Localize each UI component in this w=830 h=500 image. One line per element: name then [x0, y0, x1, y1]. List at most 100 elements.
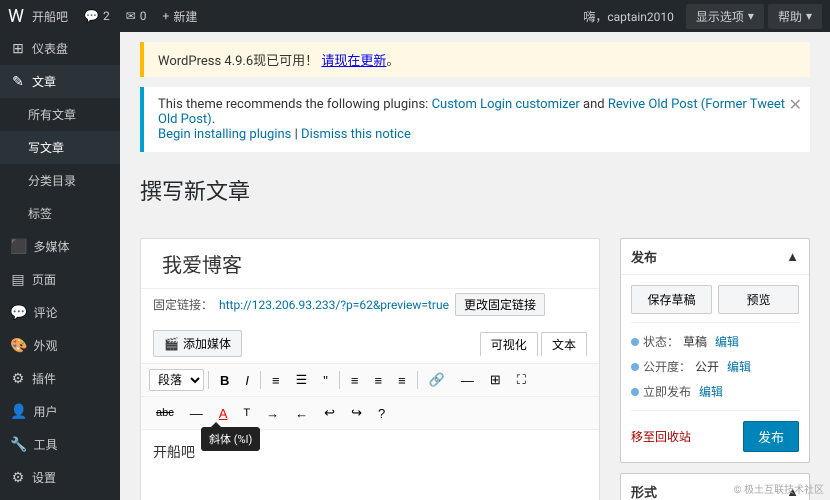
wp-logo[interactable]: W [8, 6, 24, 27]
format-title: 形式 [631, 482, 657, 500]
sidebar-item-articles[interactable]: ✎ 文章 [0, 65, 120, 98]
toolbar-outdent[interactable]: ← [288, 402, 315, 425]
sidebar-item-write-article[interactable]: 写文章 [0, 131, 120, 164]
visibility-indicator [631, 363, 639, 371]
plugin-notice: ✕ This theme recommends the following pl… [140, 87, 810, 152]
notice-close-button[interactable]: ✕ [789, 95, 802, 115]
editor-toolbar-row2: abc — A T → ← ↩ ↪ ? 斜体 (%I) [141, 397, 599, 430]
toolbar-indent[interactable]: → [259, 402, 286, 425]
toolbar-tooltip: 斜体 (%I) [201, 427, 260, 451]
help-button[interactable]: 帮助 ▾ [768, 4, 822, 29]
toolbar-table[interactable]: ⊞ [483, 368, 508, 392]
update-notice-text: WordPress 4.9.6现已可用！ [158, 54, 318, 69]
tab-text[interactable]: 文本 [541, 332, 587, 356]
pages-icon: ▤ [10, 272, 26, 288]
toolbar-blockquote[interactable]: " [316, 369, 335, 392]
toolbar-ol[interactable]: ☰ [289, 368, 315, 392]
admin-sidebar: ⊞ 仪表盘 ✎ 文章 所有文章 写文章 分类目录 标签 ⬛ 多媒体 ▤ 页面 💬 [0, 32, 120, 500]
post-title-wrap [141, 239, 599, 288]
sidebar-item-pages[interactable]: ▤ 页面 [0, 263, 120, 296]
dismiss-notice-link[interactable]: Dismiss this notice [301, 127, 411, 142]
update-notice-link[interactable]: 请现在更新 [321, 54, 386, 69]
visibility-value: 公开 [695, 358, 719, 375]
sidebar-label-media: 多媒体 [33, 238, 69, 255]
sidebar-item-appearance[interactable]: 🎨 外观 [0, 329, 120, 362]
sidebar-item-tags[interactable]: 标签 [0, 197, 120, 230]
sidebar-item-users[interactable]: 👤 用户 [0, 395, 120, 428]
sidebar-item-dashboard[interactable]: ⊞ 仪表盘 [0, 32, 120, 65]
publish-metabox-header[interactable]: 发布 ▲ [621, 239, 809, 275]
sidebar-label-appearance: 外观 [33, 337, 57, 354]
toolbar-align-right[interactable]: ≡ [391, 369, 413, 392]
sidebar-item-media[interactable]: ⬛ 多媒体 [0, 230, 120, 263]
toolbar-separator3 [339, 371, 340, 389]
adminbar-new[interactable]: + 新建 [155, 8, 206, 25]
content-area: 固定链接： http://123.206.93.233/?p=62&previe… [120, 228, 830, 500]
toolbar-align-left[interactable]: ≡ [344, 369, 366, 392]
media-toolbar-row: 🎬 添加媒体 可视化 文本 [141, 324, 599, 364]
add-media-button[interactable]: 🎬 添加媒体 [153, 330, 242, 357]
tools-icon: 🔧 [10, 437, 27, 453]
sidebar-label-all-articles: 所有文章 [28, 106, 76, 123]
toolbar-hr[interactable]: — [183, 402, 210, 425]
wp-wrap: ⊞ 仪表盘 ✎ 文章 所有文章 写文章 分类目录 标签 ⬛ 多媒体 ▤ 页面 💬 [0, 32, 830, 500]
status-value: 草稿 [683, 333, 707, 350]
notice-area: WordPress 4.9.6现已可用！ 请现在更新。 ✕ This theme… [120, 32, 830, 152]
sidebar-item-plugins[interactable]: ⚙ 插件 [0, 362, 120, 395]
toolbar-fullscreen[interactable]: ⛶ [510, 368, 533, 392]
adminbar-messages-count: 0 [140, 9, 147, 23]
install-plugins-link[interactable]: Begin installing plugins [158, 127, 291, 142]
sidebar-label-users: 用户 [33, 403, 57, 420]
plugins-icon: ⚙ [10, 371, 26, 387]
sidebar-item-tools[interactable]: 🔧 工具 [0, 428, 120, 461]
format-select[interactable]: 段落 [149, 369, 204, 391]
status-label: 状态： [643, 333, 679, 350]
toolbar-redo[interactable]: ↪ [344, 401, 369, 425]
sidebar-label-settings: 设置 [32, 469, 56, 486]
toolbar-ul[interactable]: ≡ [265, 369, 287, 392]
sidebar-item-all-articles[interactable]: 所有文章 [0, 98, 120, 131]
adminbar-messages[interactable]: ✉ 0 [118, 9, 155, 23]
trash-button[interactable]: 移至回收站 [631, 428, 691, 445]
admin-bar: W 开船吧 💬 2 ✉ 0 + 新建 嗨，captain2010 显示选项 ▾ … [0, 0, 830, 32]
status-edit-link[interactable]: 编辑 [715, 333, 739, 350]
sidebar-item-collapse[interactable]: ◀ 收起菜单 [0, 494, 120, 500]
publish-divider2 [631, 410, 799, 411]
toolbar-help[interactable]: ? [371, 402, 392, 425]
sidebar-label-tags: 标签 [28, 205, 52, 222]
tab-visual[interactable]: 可视化 [480, 332, 538, 356]
toolbar-bold[interactable]: B [213, 369, 236, 392]
save-draft-button[interactable]: 保存草稿 [631, 285, 712, 314]
toolbar-more[interactable]: — [454, 369, 481, 392]
toolbar-link[interactable]: 🔗 [422, 368, 452, 392]
post-title-input[interactable] [153, 247, 587, 280]
toolbar-undo[interactable]: ↩ [317, 401, 342, 425]
permalink-change-button[interactable]: 更改固定链接 [455, 293, 545, 316]
toolbar-align-center[interactable]: ≡ [367, 369, 389, 392]
adminbar-greeting: 嗨，captain2010 [583, 8, 674, 25]
visibility-edit-link[interactable]: 编辑 [727, 358, 751, 375]
toolbar-strikethrough[interactable]: abc [149, 403, 181, 423]
display-options-button[interactable]: 显示选项 ▾ [686, 4, 764, 29]
sidebar-item-categories[interactable]: 分类目录 [0, 164, 120, 197]
editor-main: 固定链接： http://123.206.93.233/?p=62&previe… [140, 238, 600, 500]
adminbar-comments-count: 2 [103, 9, 110, 23]
permalink-url[interactable]: http://123.206.93.233/?p=62&preview=true [219, 298, 449, 312]
publish-time-edit-link[interactable]: 编辑 [699, 383, 723, 400]
sidebar-item-comments[interactable]: 💬 评论 [0, 296, 120, 329]
preview-button[interactable]: 预览 [718, 285, 799, 314]
post-editor: 固定链接： http://123.206.93.233/?p=62&previe… [140, 238, 600, 500]
publish-button[interactable]: 发布 [743, 421, 799, 452]
sidebar-label-articles: 文章 [32, 73, 56, 90]
sidebar-label-tools: 工具 [33, 436, 57, 453]
collapse-publish-icon: ▲ [786, 249, 799, 265]
plugin1-link[interactable]: Custom Login customizer [432, 97, 580, 112]
sidebar-item-settings[interactable]: ⚙ 设置 [0, 461, 120, 494]
publish-actions-row: 保存草稿 预览 [631, 285, 799, 314]
adminbar-comments[interactable]: 💬 2 [76, 9, 118, 23]
adminbar-site[interactable]: 开船吧 [24, 8, 76, 25]
media-icon: ⬛ [10, 239, 27, 255]
toolbar-italic[interactable]: I [238, 369, 256, 392]
toolbar-paste-text[interactable]: T [236, 403, 257, 423]
publish-footer: 移至回收站 发布 [631, 417, 799, 452]
